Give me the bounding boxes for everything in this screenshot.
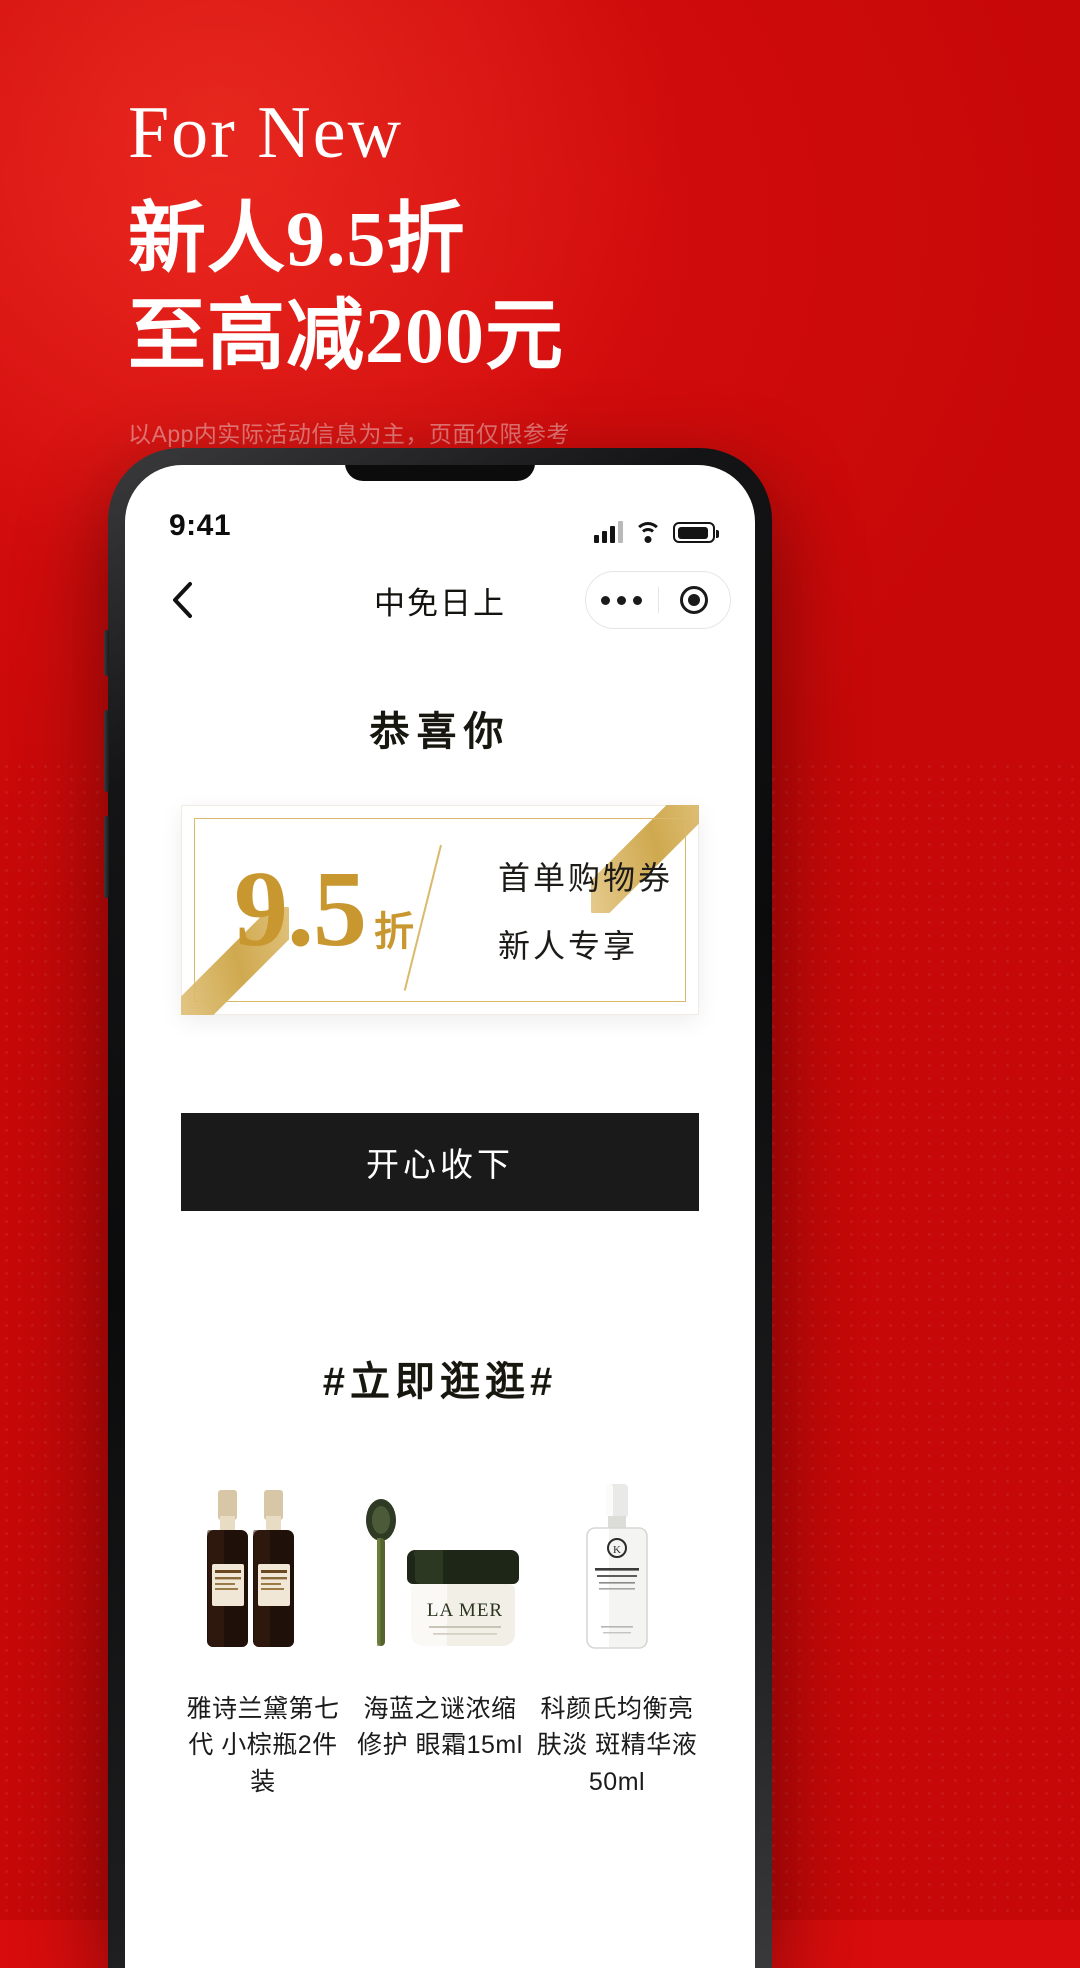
coupon-amount: 9.5	[234, 850, 367, 969]
product-name: 科颜氏均衡亮肤淡 斑精华液50ml	[536, 1695, 698, 1796]
eye-cream-jar-icon: LA MER	[355, 1471, 525, 1661]
coupon-inner-frame: 9.5 折 首单购物券 新人专享	[194, 818, 686, 1002]
phone-notch	[345, 465, 535, 481]
dropper-serum-icon: K	[535, 1471, 699, 1661]
back-chevron-icon[interactable]	[159, 577, 205, 623]
coupon-title-line: 首单购物券	[498, 860, 674, 896]
coupon-card[interactable]: 9.5 折 首单购物券 新人专享	[181, 805, 699, 1015]
accept-coupon-button[interactable]: 开心收下	[181, 1113, 699, 1211]
cellular-signal-icon	[594, 521, 623, 543]
browse-section-title: #立即逛逛#	[322, 1360, 558, 1404]
status-icons	[594, 521, 719, 543]
product-card[interactable]: K 科颜氏均衡亮肤淡 斑精华液50ml	[535, 1471, 699, 1800]
target-circle-icon[interactable]	[659, 586, 731, 614]
phone-volume-down-button	[104, 816, 109, 898]
congrats-title: 恭喜你	[369, 710, 511, 754]
product-card[interactable]: LA MER 海蓝之谜浓缩修护 眼霜15ml	[355, 1471, 525, 1800]
svg-text:K: K	[613, 1544, 621, 1556]
navigation-bar: 中免日上	[125, 557, 755, 643]
coupon-subtitle-line: 新人专享	[498, 928, 639, 964]
phone-volume-up-button	[104, 710, 109, 792]
status-time: 9:41	[169, 509, 232, 542]
more-dots-icon[interactable]	[586, 595, 658, 605]
page-content: 恭喜你 9.5 折 首单购物券 新人专享 开心收下 #立即逛逛# 雅诗兰黛第七代…	[125, 699, 755, 1800]
product-name: 雅诗兰黛第七代 小棕瓶2件装	[186, 1695, 340, 1796]
phone-screen: 9:41 中免日上 恭喜你 9.5 折 首单购物券 新人专享 开心收下 #立即逛…	[125, 465, 755, 1968]
coupon-unit: 折	[374, 910, 415, 954]
phone-mute-button	[104, 630, 109, 676]
headline-chinese-line1: 新人9.5折	[128, 194, 466, 282]
product-list: 雅诗兰黛第七代 小棕瓶2件装 LA MER 海蓝之谜浓缩修护 眼霜15ml K …	[181, 1471, 699, 1800]
svg-text:LA MER: LA MER	[427, 1600, 503, 1621]
coupon-description: 首单购物券 新人专享	[440, 853, 685, 967]
headline-chinese-line2: 至高减200元	[128, 291, 565, 379]
coupon-amount-group: 9.5 折	[195, 856, 440, 964]
phone-mockup: 9:41 中免日上 恭喜你 9.5 折 首单购物券 新人专享 开心收下 #立即逛…	[104, 448, 772, 1968]
headline-english: For New	[128, 92, 404, 174]
product-name: 海蓝之谜浓缩修护 眼霜15ml	[357, 1695, 523, 1760]
wifi-icon	[634, 522, 662, 543]
poster-disclaimer: 以App内实际活动信息为主，页面仅限参考	[128, 420, 570, 447]
poster-headline: For New 新人9.5折 至高减200元 以App内实际活动信息为主，页面仅…	[128, 92, 968, 449]
serum-bottle-pair-icon	[181, 1471, 345, 1661]
product-card[interactable]: 雅诗兰黛第七代 小棕瓶2件装	[181, 1471, 345, 1800]
battery-icon	[673, 522, 719, 543]
wechat-capsule	[585, 571, 731, 629]
